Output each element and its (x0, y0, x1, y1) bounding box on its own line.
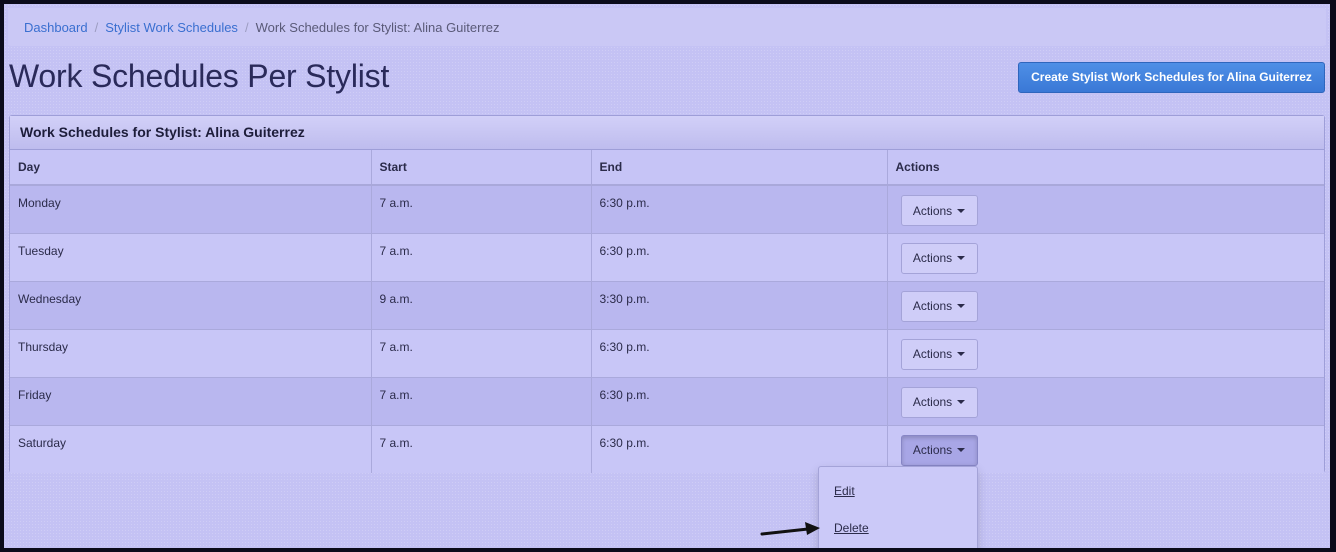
create-work-schedules-button[interactable]: Create Stylist Work Schedules for Alina … (1018, 62, 1325, 93)
cell-start: 7 a.m. (371, 232, 592, 281)
column-header-actions: Actions (887, 150, 1324, 186)
cell-start: 7 a.m. (371, 424, 592, 473)
cell-actions: Actions (887, 184, 1324, 233)
actions-button-label: Actions (912, 347, 953, 361)
page-title: Work Schedules Per Stylist (9, 58, 390, 94)
cell-actions: Actions (887, 328, 1324, 377)
column-header-end: End (591, 150, 888, 186)
breadcrumb-separator: / (244, 19, 249, 35)
cell-end: 6:30 p.m. (591, 328, 888, 377)
table-row: Friday 7 a.m. 6:30 p.m. Actions (10, 376, 1324, 425)
cell-end: 6:30 p.m. (591, 232, 888, 281)
actions-button-label: Actions (912, 395, 953, 409)
column-header-day: Day (10, 150, 372, 186)
table-row: Saturday 7 a.m. 6:30 p.m. Actions (10, 424, 1324, 473)
cell-actions: Actions (887, 280, 1324, 329)
caret-down-icon (957, 256, 966, 260)
panel-heading: Work Schedules for Stylist: Alina Guiter… (10, 116, 1324, 150)
table-header-row: Day Start End Actions (10, 150, 1324, 186)
arrow-right-icon (760, 522, 820, 536)
breadcrumb-dashboard[interactable]: Dashboard (24, 20, 88, 35)
cell-end: 6:30 p.m. (591, 376, 888, 425)
cell-start: 9 a.m. (371, 280, 592, 329)
cell-end: 6:30 p.m. (591, 184, 888, 233)
table-row: Wednesday 9 a.m. 3:30 p.m. Actions (10, 280, 1324, 329)
caret-down-icon (957, 352, 966, 356)
caret-down-icon (957, 448, 966, 452)
actions-dropdown-button[interactable]: Actions (900, 386, 978, 418)
schedules-panel: Work Schedules for Stylist: Alina Guiter… (9, 115, 1325, 473)
cell-day: Thursday (10, 328, 372, 377)
table-row: Tuesday 7 a.m. 6:30 p.m. Actions (10, 232, 1324, 281)
breadcrumb-current: Work Schedules for Stylist: Alina Guiter… (255, 19, 500, 35)
caret-down-icon (957, 208, 966, 213)
breadcrumb-separator: / (94, 19, 99, 35)
cell-actions: Actions (887, 376, 1324, 425)
caret-down-icon (957, 304, 966, 308)
breadcrumb-stylist-work-schedules[interactable]: Stylist Work Schedules (105, 20, 238, 35)
cell-actions: Actions (887, 232, 1324, 281)
cell-start: 7 a.m. (371, 328, 592, 377)
actions-dropdown-menu: Edit Delete (818, 466, 978, 548)
caret-down-icon (957, 400, 966, 404)
cell-day: Monday (10, 184, 372, 233)
column-header-start: Start (371, 150, 592, 186)
cell-end: 3:30 p.m. (591, 280, 888, 329)
app-frame: Dashboard / Stylist Work Schedules / Wor… (4, 4, 1330, 548)
actions-button-label: Actions (912, 299, 953, 313)
cell-day: Tuesday (10, 232, 372, 281)
actions-button-label: Actions (912, 203, 953, 218)
actions-button-label: Actions (912, 443, 953, 457)
cell-start: 7 a.m. (371, 376, 592, 425)
cell-day: Wednesday (10, 280, 372, 329)
actions-dropdown-button[interactable]: Actions (900, 242, 978, 274)
actions-dropdown-button[interactable]: Actions (900, 338, 978, 370)
actions-dropdown-button[interactable]: Actions (900, 290, 978, 322)
table-row: Thursday 7 a.m. 6:30 p.m. Actions (10, 328, 1324, 377)
actions-button-label: Actions (912, 251, 953, 265)
dropdown-item-delete[interactable]: Delete (819, 514, 977, 548)
cell-day: Friday (10, 376, 372, 425)
schedules-table: Day Start End Actions Monday 7 a.m. 6:30… (10, 150, 1324, 473)
cell-day: Saturday (10, 424, 372, 473)
table-row: Monday 7 a.m. 6:30 p.m. Actions (10, 184, 1324, 233)
cell-start: 7 a.m. (371, 184, 592, 233)
actions-dropdown-button-open[interactable]: Actions (900, 434, 978, 466)
actions-dropdown-button[interactable]: Actions (900, 195, 978, 226)
breadcrumb: Dashboard / Stylist Work Schedules / Wor… (8, 8, 1326, 46)
dropdown-item-edit[interactable]: Edit (819, 477, 977, 514)
